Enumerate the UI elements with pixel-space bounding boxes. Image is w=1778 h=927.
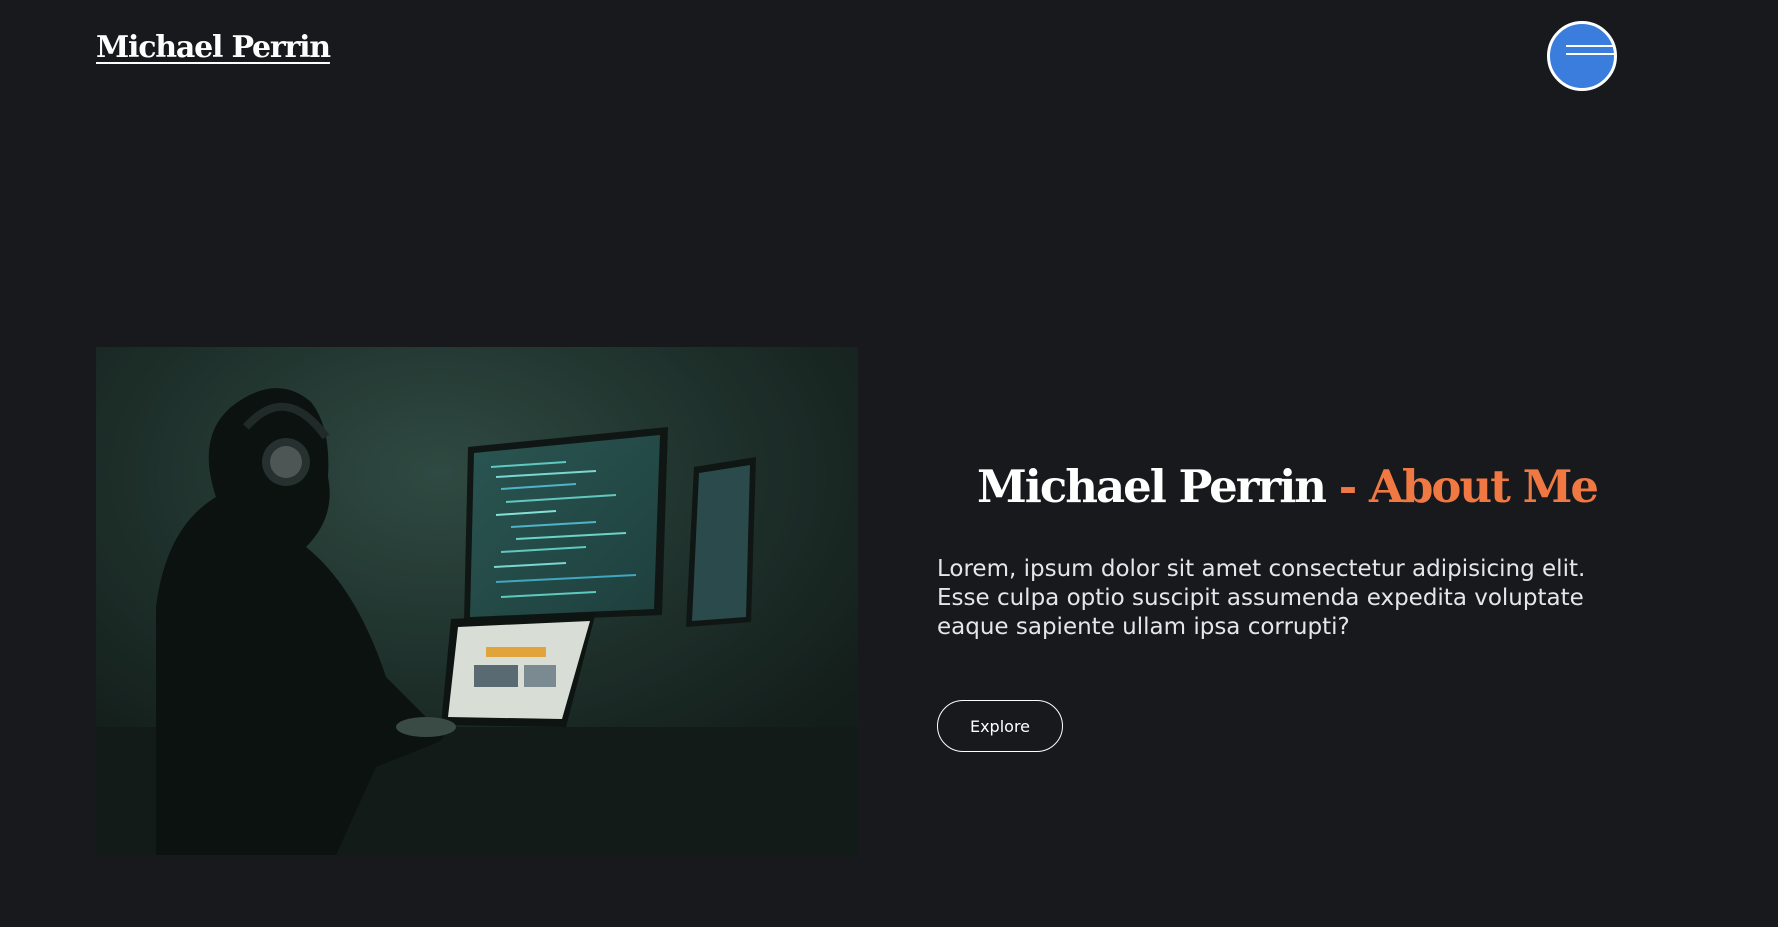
page-title: Michael Perrin - About Me <box>937 455 1637 519</box>
hamburger-menu-button[interactable] <box>1547 21 1617 91</box>
about-description: Lorem, ipsum dolor sit amet consectetur … <box>937 556 1586 640</box>
hero-image <box>96 347 858 855</box>
title-accent: About Me <box>1369 460 1599 513</box>
title-name: Michael Perrin <box>976 460 1327 513</box>
title-separator: - <box>1325 460 1370 513</box>
explore-button[interactable]: Explore <box>937 700 1063 752</box>
site-logo-link[interactable]: Michael Perrin <box>96 30 331 65</box>
about-section: Michael Perrin - About Me Lorem, ipsum d… <box>937 455 1637 752</box>
hamburger-menu-icon <box>1566 45 1614 47</box>
hamburger-menu-icon-line <box>1566 53 1614 55</box>
